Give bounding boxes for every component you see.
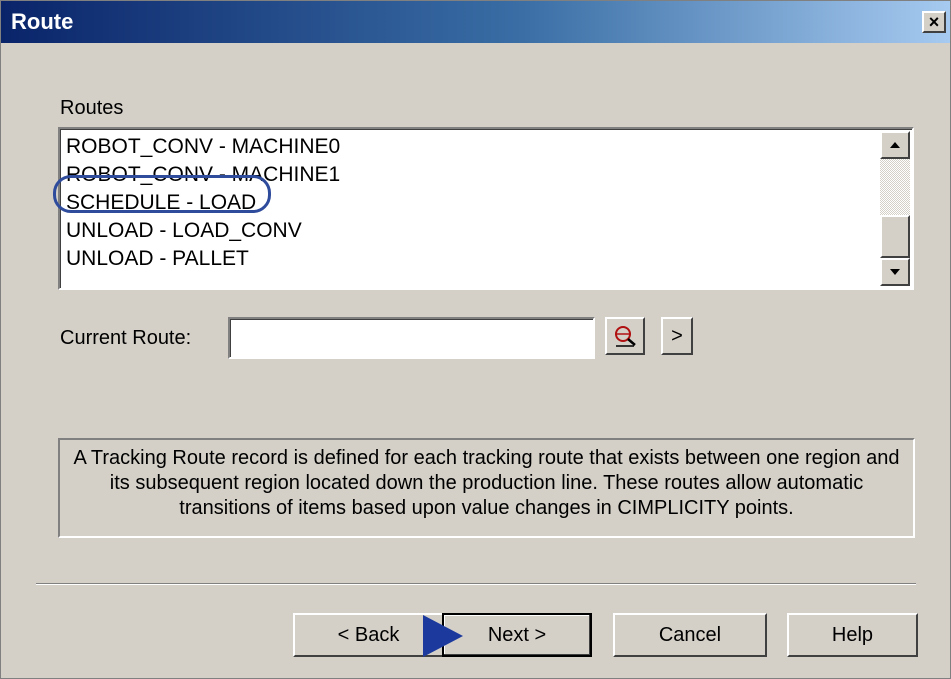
current-route-input[interactable]	[228, 317, 595, 359]
list-item[interactable]: UNLOAD - PALLET	[66, 245, 340, 273]
list-item[interactable]: ROBOT_CONV - MACHINE0	[66, 133, 340, 161]
pointer-arrow-icon	[423, 615, 463, 657]
highlight-annotation	[53, 175, 271, 213]
description-text: A Tracking Route record is defined for e…	[73, 447, 900, 519]
vertical-scrollbar[interactable]	[880, 131, 910, 286]
list-item[interactable]: UNLOAD - LOAD_CONV	[66, 217, 340, 245]
chevron-right-icon: >	[671, 324, 683, 347]
route-dialog: Route × Routes ROBOT_CONV - MACHINE0 ROB…	[0, 0, 951, 679]
arrow-down-icon	[890, 269, 900, 275]
close-icon: ×	[928, 12, 940, 32]
scroll-up-button[interactable]	[880, 131, 910, 159]
description-panel: A Tracking Route record is defined for e…	[58, 438, 915, 538]
more-button[interactable]: >	[661, 317, 693, 355]
browse-button[interactable]	[605, 317, 645, 355]
scroll-thumb[interactable]	[880, 215, 910, 258]
cancel-button[interactable]: Cancel	[613, 613, 767, 657]
current-route-label: Current Route:	[60, 327, 192, 349]
help-button[interactable]: Help	[787, 613, 918, 657]
routes-label: Routes	[60, 97, 124, 119]
browse-search-icon	[615, 326, 636, 347]
back-button-label: < Back	[337, 623, 400, 646]
help-button-label: Help	[831, 623, 874, 646]
window-title: Route	[11, 9, 74, 34]
next-button-label: Next >	[487, 623, 547, 646]
scroll-down-button[interactable]	[880, 258, 910, 286]
cancel-button-label: Cancel	[658, 623, 722, 646]
arrow-up-icon	[890, 142, 900, 148]
title-bar[interactable]: Route ×	[1, 1, 950, 43]
divider	[36, 583, 916, 585]
close-button[interactable]: ×	[922, 11, 946, 33]
